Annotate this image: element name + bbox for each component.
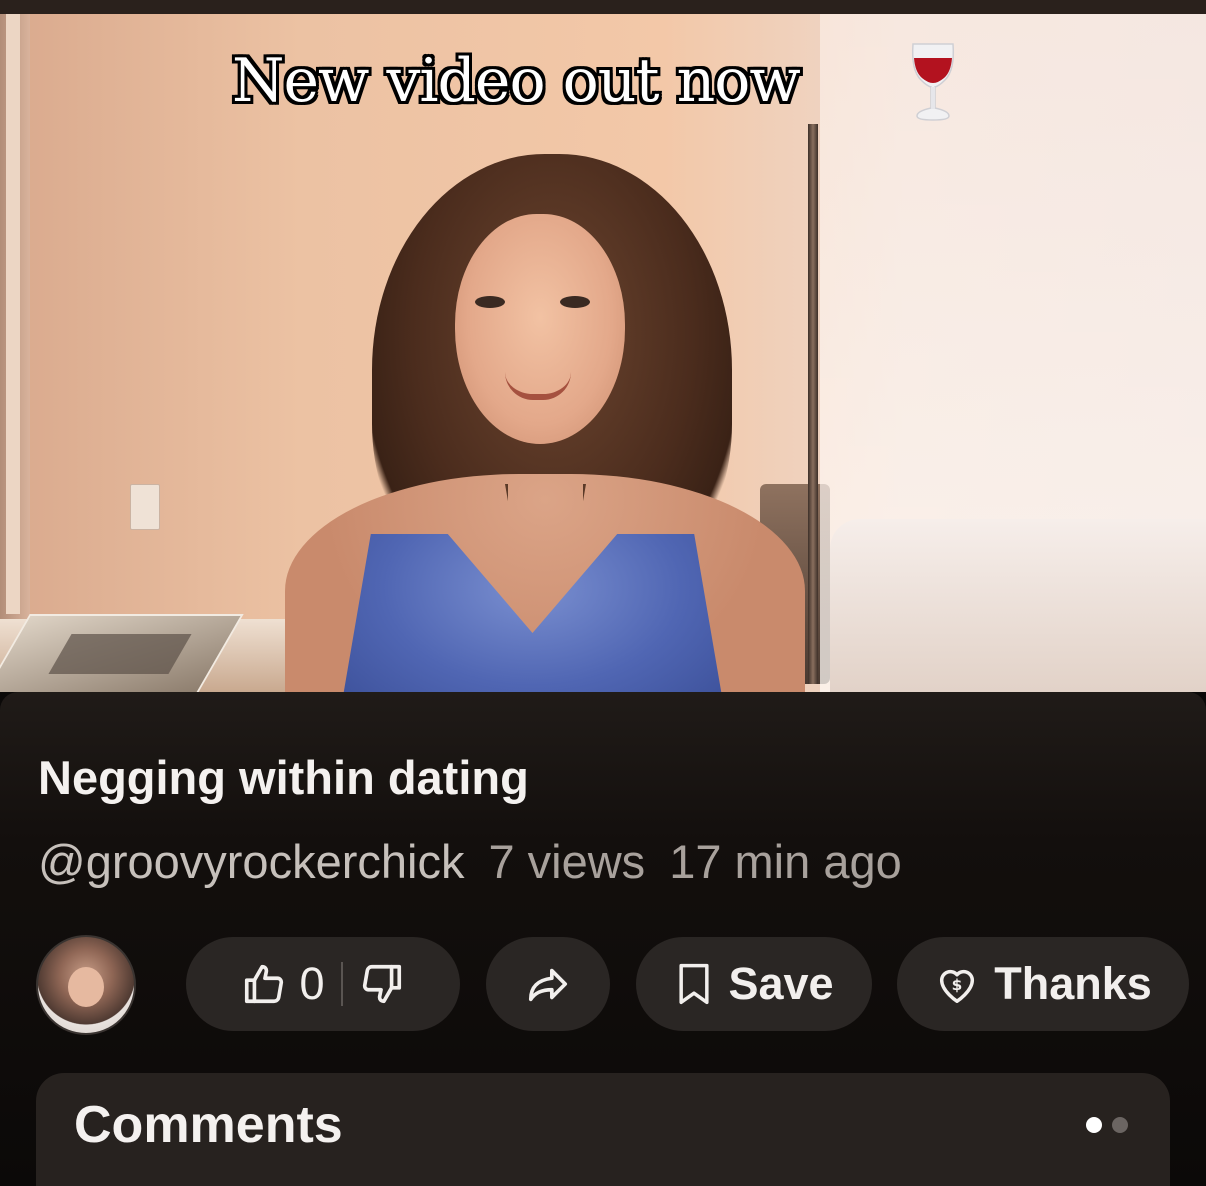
wine-glass-icon <box>911 43 955 121</box>
thumbs-down-icon[interactable] <box>359 961 405 1007</box>
comments-title: Comments <box>74 1096 343 1154</box>
bookmark-icon <box>679 963 710 1005</box>
view-count: 7 views <box>488 835 646 888</box>
thumbs-up-icon[interactable] <box>241 961 287 1007</box>
page-dot <box>1112 1117 1128 1133</box>
poster-detail <box>48 634 192 674</box>
person-face <box>455 214 625 444</box>
like-count: 0 <box>299 958 325 1009</box>
thanks-button[interactable]: $ Thanks <box>897 937 1189 1031</box>
screen: New video out now Negging within dating … <box>0 0 1206 1186</box>
bed-pole <box>808 124 818 684</box>
page-dot-active <box>1086 1117 1102 1133</box>
channel-avatar[interactable] <box>36 935 136 1035</box>
comments-card[interactable]: Comments <box>36 1073 1170 1186</box>
channel-handle[interactable]: @groovyrockerchick <box>38 835 464 888</box>
svg-text:$: $ <box>952 976 963 994</box>
video-caption: New video out now <box>232 46 801 116</box>
share-arrow-icon <box>528 968 568 1002</box>
save-label: Save <box>728 958 834 1009</box>
like-divider <box>340 962 343 1006</box>
avatar-face <box>68 967 104 1007</box>
person-eye-left <box>475 296 505 308</box>
save-button[interactable]: Save <box>636 937 872 1031</box>
like-dislike-group: 0 <box>186 937 460 1031</box>
comments-page-indicator <box>1086 1117 1128 1133</box>
status-strip <box>0 0 1206 14</box>
post-time: 17 min ago <box>669 835 902 888</box>
thanks-label: Thanks <box>994 958 1152 1009</box>
share-button[interactable] <box>486 937 610 1031</box>
video-meta: @groovyrockerchick 7 views 17 min ago <box>38 834 926 889</box>
door-frame <box>6 14 20 614</box>
video-title[interactable]: Negging within dating <box>38 750 529 805</box>
wall-outlet <box>130 484 160 530</box>
person-eye-right <box>560 296 590 308</box>
video-player[interactable]: New video out now <box>0 14 1206 692</box>
heart-dollar-icon: $ <box>940 969 975 1003</box>
bed <box>830 519 1206 692</box>
